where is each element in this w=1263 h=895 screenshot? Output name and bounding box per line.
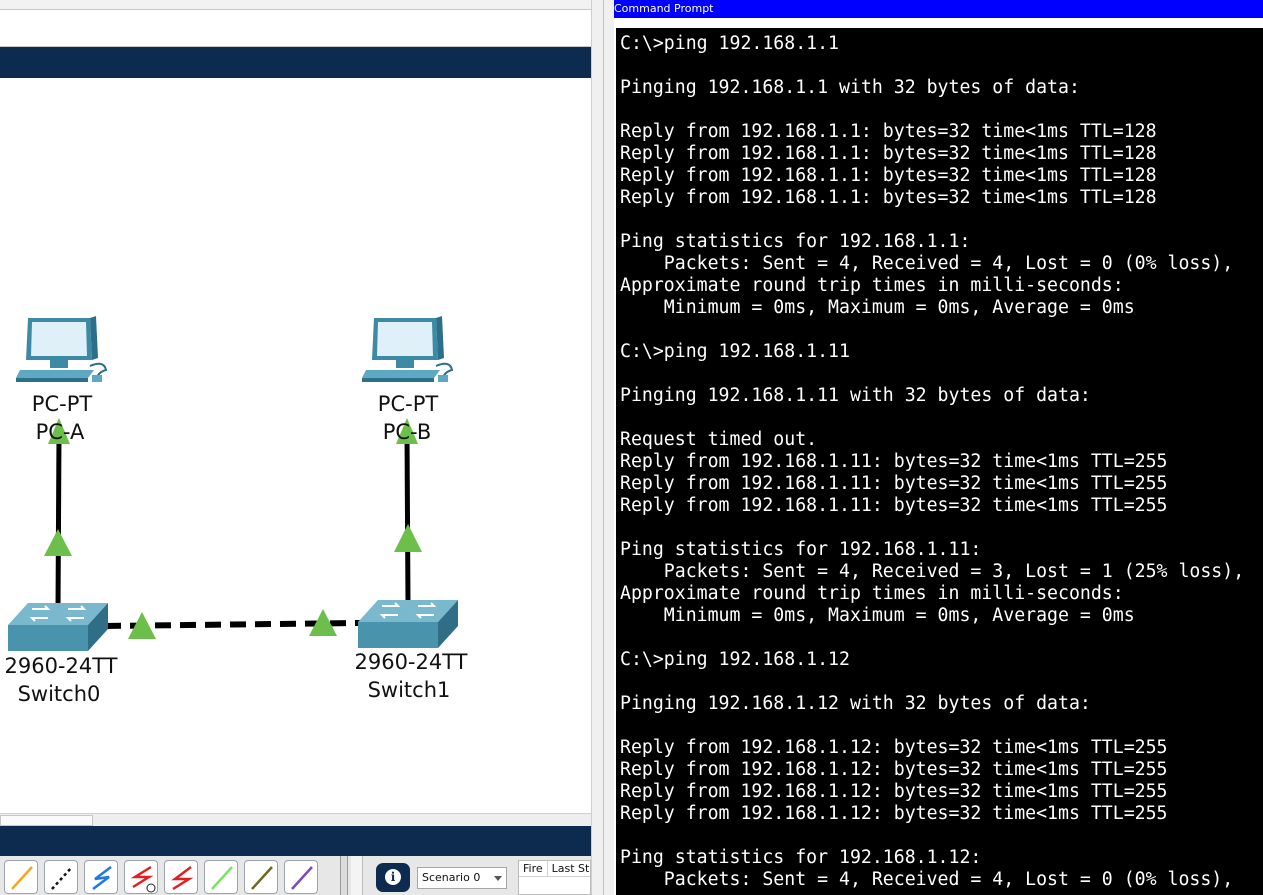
command-prompt-title: Command Prompt: [614, 2, 714, 15]
pc-a-model-label: PC-PT: [31, 392, 93, 416]
pdu-column-fire[interactable]: Fire: [519, 861, 548, 876]
separator-line: [603, 0, 604, 895]
terminal-line: C:\>ping 192.168.1.12: [620, 649, 850, 670]
switch1-model-label: 2960-24TT: [354, 650, 468, 674]
terminal-line: Reply from 192.168.1.1: bytes=32 time<1m…: [620, 187, 1157, 208]
pc-b-model-label: PC-PT: [377, 392, 439, 416]
scrollbar-thumb[interactable]: [0, 815, 93, 826]
fiber-cable-icon: [211, 866, 233, 890]
info-icon: i: [385, 869, 401, 885]
serial-dte-cable-icon: [171, 866, 194, 891]
terminal-line: Packets: Sent = 4, Received = 4, Lost = …: [620, 253, 1234, 274]
terminal-line: Packets: Sent = 4, Received = 3, Lost = …: [620, 561, 1245, 582]
terminal-output: C:\>ping 192.168.1.1 Pinging 192.168.1.1 …: [620, 33, 1244, 891]
terminal-line: Reply from 192.168.1.1: bytes=32 time<1m…: [620, 121, 1157, 142]
coaxial-cable-button[interactable]: [284, 860, 318, 894]
terminal-line: Ping statistics for 192.168.1.12:: [620, 847, 982, 868]
chevron-down-icon: [494, 876, 502, 881]
terminal-line: Minimum = 0ms, Maximum = 0ms, Average = …: [620, 605, 1135, 626]
terminal-line: Ping statistics for 192.168.1.11:: [620, 539, 982, 560]
pdu-table-header: FireLast Sta: [519, 861, 590, 877]
terminal-line: Request timed out.: [620, 429, 818, 450]
terminal-line: Pinging 192.168.1.12 with 32 bytes of da…: [620, 693, 1091, 714]
pdu-column-last-status[interactable]: Last Sta: [548, 861, 590, 876]
terminal-line: Minimum = 0ms, Maximum = 0ms, Average = …: [620, 297, 1135, 318]
phone-cable-icon: [251, 866, 273, 890]
terminal-screen[interactable]: C:\>ping 192.168.1.1 Pinging 192.168.1.1 …: [616, 28, 1263, 895]
bottom-header-bar: [0, 826, 591, 856]
terminal-line: Packets: Sent = 4, Received = 4, Lost = …: [620, 869, 1234, 890]
pc-a-icon[interactable]: [16, 316, 108, 382]
terminal-line: Approximate round trip times in milli-se…: [620, 583, 1124, 604]
serial-dce-cable-button[interactable]: [124, 860, 158, 894]
terminal-line: Reply from 192.168.1.11: bytes=32 time<1…: [620, 451, 1168, 472]
pdu-list-table[interactable]: FireLast Sta: [518, 860, 591, 895]
terminal-line: Reply from 192.168.1.11: bytes=32 time<1…: [620, 473, 1168, 494]
serial-dte-cable-button[interactable]: [164, 860, 198, 894]
link-status-up-indicator: [44, 529, 72, 556]
switch0-model-label: 2960-24TT: [4, 654, 118, 678]
switch0-name-label: Switch0: [17, 682, 101, 706]
straight-through-cable-icon: [51, 866, 73, 890]
terminal-line: Reply from 192.168.1.1: bytes=32 time<1m…: [620, 143, 1157, 164]
pc-b-name-label: PC-B: [382, 420, 432, 444]
scenario-select[interactable]: Scenario 0: [417, 867, 507, 889]
switch0-icon[interactable]: [8, 603, 108, 651]
terminal-line: Reply from 192.168.1.1: bytes=32 time<1m…: [620, 165, 1157, 186]
terminal-line: Pinging 192.168.1.1 with 32 bytes of dat…: [620, 77, 1080, 98]
serial-dce-cable-icon: [130, 865, 156, 893]
packet-tracer-window: PC-PT PC-A PC-PT PC-B 2960-24TT Switch0 …: [0, 0, 591, 895]
workspace-horizontal-scrollbar[interactable]: [0, 813, 591, 826]
link-pc-a-switch0[interactable]: [55, 432, 62, 611]
pc-b-icon[interactable]: [362, 316, 454, 382]
bottom-toolbar: i Scenario 0 FireLast Sta: [0, 856, 591, 895]
coaxial-cable-icon: [291, 866, 313, 890]
terminal-line: Pinging 192.168.1.11 with 32 bytes of da…: [620, 385, 1091, 406]
command-prompt-window: Command Prompt C:\>ping 192.168.1.1 Pingi…: [614, 0, 1263, 895]
crossover-cable-icon: [92, 866, 112, 890]
terminal-line: Approximate round trip times in milli-se…: [620, 275, 1124, 296]
switch1-name-label: Switch1: [367, 678, 451, 702]
console-cable-icon: [11, 866, 33, 890]
terminal-line: Ping statistics for 192.168.1.1:: [620, 231, 971, 252]
fiber-cable-button[interactable]: [204, 860, 238, 894]
terminal-line: Reply from 192.168.1.12: bytes=32 time<1…: [620, 781, 1168, 802]
terminal-line: C:\>ping 192.168.1.1: [620, 33, 839, 54]
straight-through-cable-button[interactable]: [44, 860, 78, 894]
terminal-line: Reply from 192.168.1.12: bytes=32 time<1…: [620, 759, 1168, 780]
menu-strip: [0, 0, 591, 10]
panel-splitter[interactable]: [340, 856, 348, 895]
logical-workspace[interactable]: PC-PT PC-A PC-PT PC-B 2960-24TT Switch0 …: [0, 78, 591, 813]
scenario-select-value: Scenario 0: [422, 871, 481, 884]
panel-scrollbar[interactable]: [351, 856, 363, 895]
console-cable-button[interactable]: [4, 860, 38, 894]
main-toolbar: [0, 10, 591, 47]
screen: PC-PT PC-A PC-PT PC-B 2960-24TT Switch0 …: [0, 0, 1263, 895]
terminal-line: Reply from 192.168.1.11: bytes=32 time<1…: [620, 495, 1168, 516]
command-prompt-titlebar[interactable]: Command Prompt: [614, 0, 1263, 18]
terminal-line: Reply from 192.168.1.12: bytes=32 time<1…: [620, 737, 1168, 758]
switch1-icon[interactable]: [358, 600, 458, 648]
pc-a-name-label: PC-A: [35, 420, 85, 444]
info-button[interactable]: i: [376, 863, 410, 892]
terminal-line: Reply from 192.168.1.12: bytes=32 time<1…: [620, 803, 1168, 824]
terminal-line: C:\>ping 192.168.1.11: [620, 341, 850, 362]
crossover-cable-button[interactable]: [84, 860, 118, 894]
workspace-header-bar: [0, 47, 591, 78]
link-pc-b-switch1[interactable]: [404, 432, 411, 606]
phone-cable-button[interactable]: [244, 860, 278, 894]
window-separator: [591, 0, 614, 895]
link-status-up-indicator: [394, 524, 422, 552]
